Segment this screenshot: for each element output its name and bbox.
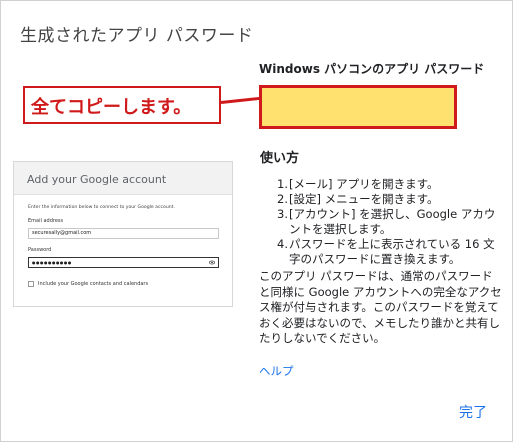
eye-icon	[209, 260, 215, 265]
app-password-dialog: 生成されたアプリ パスワード Windows パソコンのアプリ パスワード 全て…	[0, 0, 513, 442]
callout-box: 全てコピーします。	[23, 86, 221, 124]
list-item: 1. [メール] アプリを開きます。	[277, 177, 502, 192]
usage-heading: 使い方	[260, 151, 300, 166]
step-text: [メール] アプリを開きます。	[289, 177, 439, 191]
description-text: このアプリ パスワードは、通常のパスワードと同様に Google アカウントへの…	[259, 269, 502, 345]
email-value: securesally@gmail.com	[32, 230, 92, 236]
step-text: パスワードを上に表示されている 16 文字のパスワードに置き換えます。	[289, 237, 495, 266]
password-field: ●●●●●●●●●●	[28, 257, 219, 268]
list-item: 4. パスワードを上に表示されている 16 文字のパスワードに置き換えます。	[277, 237, 502, 267]
password-heading: Windows パソコンのアプリ パスワード	[259, 62, 485, 76]
step-text: [アカウント] を選択し、Google アカウントを選択します。	[289, 207, 496, 236]
password-value: ●●●●●●●●●●	[32, 260, 72, 265]
card-title: Add your Google account	[27, 173, 167, 186]
callout-connector-line	[220, 96, 261, 104]
app-password-field[interactable]	[259, 85, 457, 129]
step-number: 2.	[277, 192, 288, 206]
list-item: 2. [設定] メニューを開きます。	[277, 192, 502, 207]
contacts-checkbox	[28, 281, 34, 287]
callout-text: 全てコピーします。	[31, 97, 192, 118]
password-label: Password	[28, 247, 52, 253]
step-number: 4.	[277, 237, 288, 251]
list-item: 3. [アカウント] を選択し、Google アカウントを選択します。	[277, 207, 502, 237]
steps-list: 1. [メール] アプリを開きます。 2. [設定] メニューを開きます。 3.…	[277, 177, 502, 267]
email-label: Email address	[28, 218, 64, 224]
step-text: [設定] メニューを開きます。	[289, 192, 439, 206]
help-link[interactable]: ヘルプ	[259, 363, 294, 379]
dialog-title: 生成されたアプリ パスワード	[20, 26, 254, 46]
step-number: 1.	[277, 177, 288, 191]
step-number: 3.	[277, 207, 288, 221]
contacts-checkbox-label: Include your Google contacts and calenda…	[38, 281, 149, 287]
done-button[interactable]: 完了	[459, 402, 487, 422]
google-account-card-image: Add your Google account Enter the inform…	[13, 161, 233, 307]
card-header: Add your Google account	[14, 162, 232, 195]
email-field: securesally@gmail.com	[28, 228, 219, 239]
card-instruction: Enter the information below to connect t…	[28, 205, 175, 210]
